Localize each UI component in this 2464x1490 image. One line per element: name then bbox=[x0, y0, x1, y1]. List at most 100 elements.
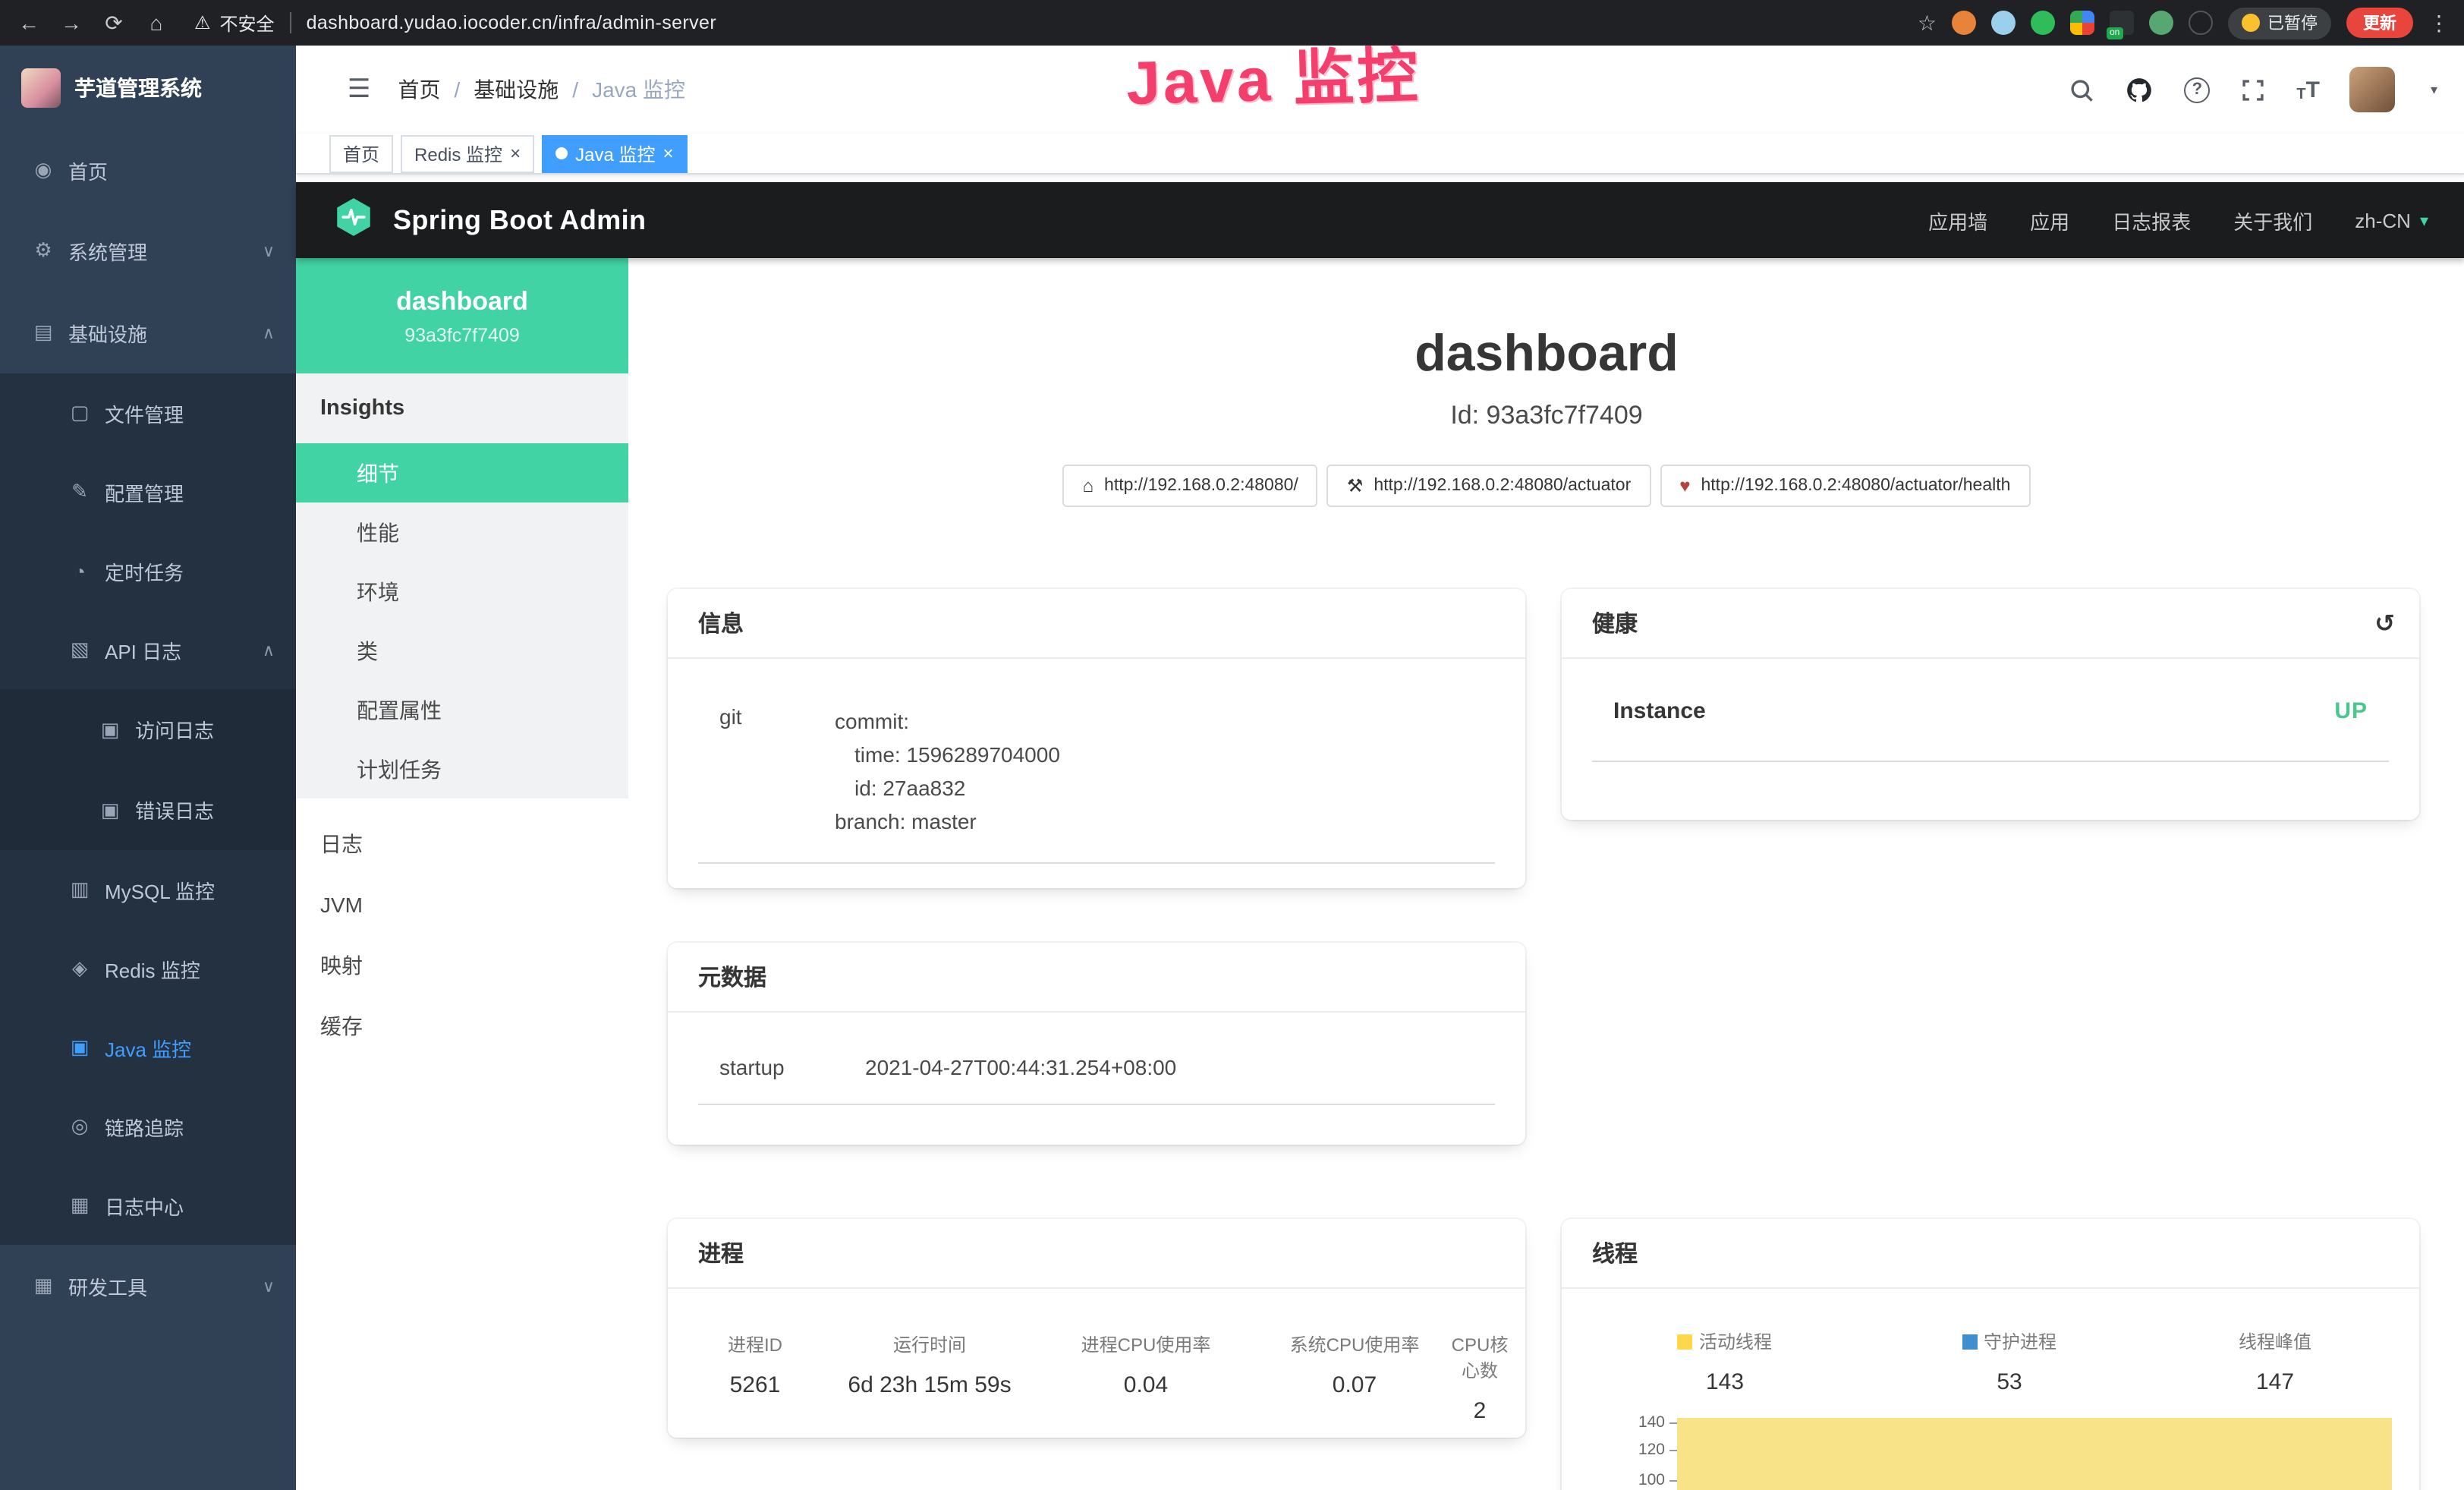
sidebar-item-logs[interactable]: 日志 bbox=[296, 814, 628, 874]
close-icon[interactable]: × bbox=[662, 144, 673, 162]
sidebar-item-jvm[interactable]: JVM bbox=[296, 874, 628, 935]
chevron-down-icon: ∨ bbox=[263, 241, 275, 260]
github-icon[interactable] bbox=[2125, 75, 2154, 104]
sidebar-item-scheduled-jobs[interactable]: ◔ 定时任务 bbox=[0, 531, 296, 610]
legend-label: 守护进程 bbox=[1984, 1328, 2056, 1354]
chevron-up-icon: ∧ bbox=[263, 640, 275, 660]
sidebar-item-infrastructure[interactable]: ▤ 基础设施 ∧ bbox=[0, 291, 296, 373]
sidebar-item-config-mgmt[interactable]: ✎ 配置管理 bbox=[0, 452, 296, 531]
legend-value: 143 bbox=[1562, 1369, 1888, 1395]
tab-home[interactable]: 首页 bbox=[329, 134, 393, 172]
back-icon[interactable]: ← bbox=[15, 11, 42, 35]
extension-icon[interactable]: on bbox=[2110, 11, 2134, 35]
font-size-icon[interactable]: TT bbox=[2296, 77, 2320, 102]
sidebar-item-access-logs[interactable]: ▣ 访问日志 bbox=[0, 689, 296, 770]
database-icon: ▥ bbox=[67, 877, 93, 902]
instance-link-actuator[interactable]: ⚒ http://192.168.0.2:48080/actuator bbox=[1327, 465, 1651, 507]
col-label: 运行时间 bbox=[827, 1331, 1032, 1357]
metadata-card-title: 元数据 bbox=[668, 943, 1525, 1013]
sidebar-item-redis-monitor[interactable]: ◈ Redis 监控 bbox=[0, 929, 296, 1008]
tick-mark bbox=[1669, 1422, 1677, 1424]
breadcrumb-item[interactable]: 基础设施 bbox=[474, 74, 559, 105]
bookmark-star-icon[interactable]: ☆ bbox=[1918, 10, 1937, 36]
extension-icon[interactable] bbox=[1991, 11, 2016, 35]
tick-mark bbox=[1669, 1480, 1677, 1482]
extension-icon[interactable] bbox=[1952, 11, 1976, 35]
redis-icon: ◈ bbox=[67, 956, 93, 981]
instance-header[interactable]: dashboard 93a3fc7f7409 bbox=[296, 258, 628, 373]
doc-icon: ▣ bbox=[97, 717, 123, 742]
process-card: 进程 进程ID 5261 运行时间 6d 23h 15m 59s 进程CPU使用… bbox=[668, 1219, 1525, 1438]
sidebar-item-error-logs[interactable]: ▣ 错误日志 bbox=[0, 770, 296, 850]
sidebar-item-tracing[interactable]: ◎ 链路追踪 bbox=[0, 1087, 296, 1166]
forward-icon[interactable]: → bbox=[58, 11, 85, 35]
paused-badge[interactable]: 已暂停 bbox=[2228, 7, 2331, 39]
sidebar-item-details[interactable]: 细节 bbox=[296, 443, 628, 502]
metadata-value: 2021-04-27T00:44:31.254+08:00 bbox=[865, 1055, 1176, 1079]
sidebar-item-system-mgmt[interactable]: ⚙ 系统管理 ∨ bbox=[0, 209, 296, 291]
health-instance-label: Instance bbox=[1613, 698, 1706, 724]
breadcrumb-current: Java 监控 bbox=[592, 74, 685, 105]
sba-logo-icon bbox=[332, 195, 375, 245]
chevron-down-icon: ∨ bbox=[263, 1276, 275, 1296]
process-col-pid: 进程ID 5261 bbox=[683, 1331, 827, 1424]
tab-java-monitor[interactable]: Java 监控 × bbox=[542, 134, 687, 172]
extension-icon[interactable] bbox=[2031, 11, 2055, 35]
grid-icon: ▤ bbox=[30, 320, 56, 345]
sidebar-item-config-properties[interactable]: 配置属性 bbox=[296, 680, 628, 739]
sidebar-item-java-monitor[interactable]: ▣ Java 监控 bbox=[0, 1008, 296, 1087]
sba-nav-wallboard[interactable]: 应用墙 bbox=[1928, 206, 1987, 235]
sidebar-item-log-center[interactable]: ▦ 日志中心 bbox=[0, 1166, 296, 1245]
security-indicator[interactable]: ⚠ 不安全 bbox=[194, 10, 275, 36]
sidebar-item-label: 定时任务 bbox=[105, 556, 184, 585]
tab-redis-monitor[interactable]: Redis 监控 × bbox=[401, 134, 534, 172]
extension-icon[interactable] bbox=[2149, 11, 2173, 35]
sidebar-item-dev-tools[interactable]: ▦ 研发工具 ∨ bbox=[0, 1245, 296, 1327]
caret-down-icon[interactable]: ▾ bbox=[2431, 81, 2437, 98]
locale-selector[interactable]: zh-CN ▾ bbox=[2355, 209, 2428, 232]
security-label: 不安全 bbox=[220, 10, 275, 36]
sidebar-item-api-logs[interactable]: ▧ API 日志 ∧ bbox=[0, 610, 296, 689]
close-icon[interactable]: × bbox=[510, 144, 521, 162]
sba-brand-title: Spring Boot Admin bbox=[393, 204, 646, 236]
avatar[interactable] bbox=[2350, 67, 2396, 112]
home-icon[interactable]: ⌂ bbox=[143, 11, 170, 35]
sidebar-item-home[interactable]: ◉ 首页 bbox=[0, 131, 296, 209]
breadcrumb-item[interactable]: 首页 bbox=[398, 74, 441, 105]
health-instance-row[interactable]: Instance UP bbox=[1592, 698, 2389, 762]
address-bar[interactable]: dashboard.yudao.iocoder.cn/infra/admin-s… bbox=[307, 12, 717, 33]
help-icon[interactable]: ? bbox=[2184, 77, 2210, 102]
instance-link-root[interactable]: ⌂ http://192.168.0.2:48080/ bbox=[1063, 465, 1318, 507]
sidebar-item-label: 错误日志 bbox=[135, 795, 214, 824]
menu-dots-icon[interactable]: ⋮ bbox=[2428, 10, 2450, 36]
extension-icon[interactable] bbox=[2070, 11, 2094, 35]
sidebar-item-file-mgmt[interactable]: ▢ 文件管理 bbox=[0, 373, 296, 452]
sidebar-item-scheduled-tasks[interactable]: 计划任务 bbox=[296, 739, 628, 799]
page-title: dashboard bbox=[628, 325, 2464, 384]
reload-icon[interactable]: ⟳ bbox=[100, 10, 127, 36]
metadata-key: startup bbox=[698, 1055, 865, 1079]
font-size-large: T bbox=[2306, 77, 2320, 102]
process-col-uptime: 运行时间 6d 23h 15m 59s bbox=[827, 1331, 1032, 1424]
search-icon[interactable] bbox=[2069, 77, 2094, 102]
sidebar-item-mappings[interactable]: 映射 bbox=[296, 935, 628, 996]
hamburger-icon[interactable]: ☰ bbox=[348, 74, 371, 105]
update-button[interactable]: 更新 bbox=[2346, 8, 2413, 38]
extension-icon[interactable] bbox=[2189, 11, 2213, 35]
sidebar-item-mysql-monitor[interactable]: ▥ MySQL 监控 bbox=[0, 850, 296, 929]
history-icon[interactable]: ↺ bbox=[2374, 608, 2395, 638]
sidebar-item-performance[interactable]: 性能 bbox=[296, 502, 628, 562]
file-icon: ▢ bbox=[67, 401, 93, 425]
link-icon: ◎ bbox=[67, 1114, 93, 1139]
sba-nav-journal[interactable]: 日志报表 bbox=[2112, 206, 2191, 235]
sba-nav-about[interactable]: 关于我们 bbox=[2233, 206, 2312, 235]
sidebar-item-caches[interactable]: 缓存 bbox=[296, 996, 628, 1057]
instance-link-health[interactable]: ♥ http://192.168.0.2:48080/actuator/heal… bbox=[1660, 465, 2030, 507]
legend-peak-threads: 线程峰值 147 bbox=[2131, 1328, 2419, 1395]
sidebar-item-classes[interactable]: 类 bbox=[296, 621, 628, 680]
fullscreen-icon[interactable] bbox=[2240, 77, 2266, 102]
app-brand[interactable]: 芋道管理系统 bbox=[0, 46, 296, 131]
sba-nav-applications[interactable]: 应用 bbox=[2030, 206, 2069, 235]
sidebar-item-environment[interactable]: 环境 bbox=[296, 562, 628, 621]
insights-group: Insights 细节 性能 环境 类 配置属性 计划任务 bbox=[296, 373, 628, 799]
